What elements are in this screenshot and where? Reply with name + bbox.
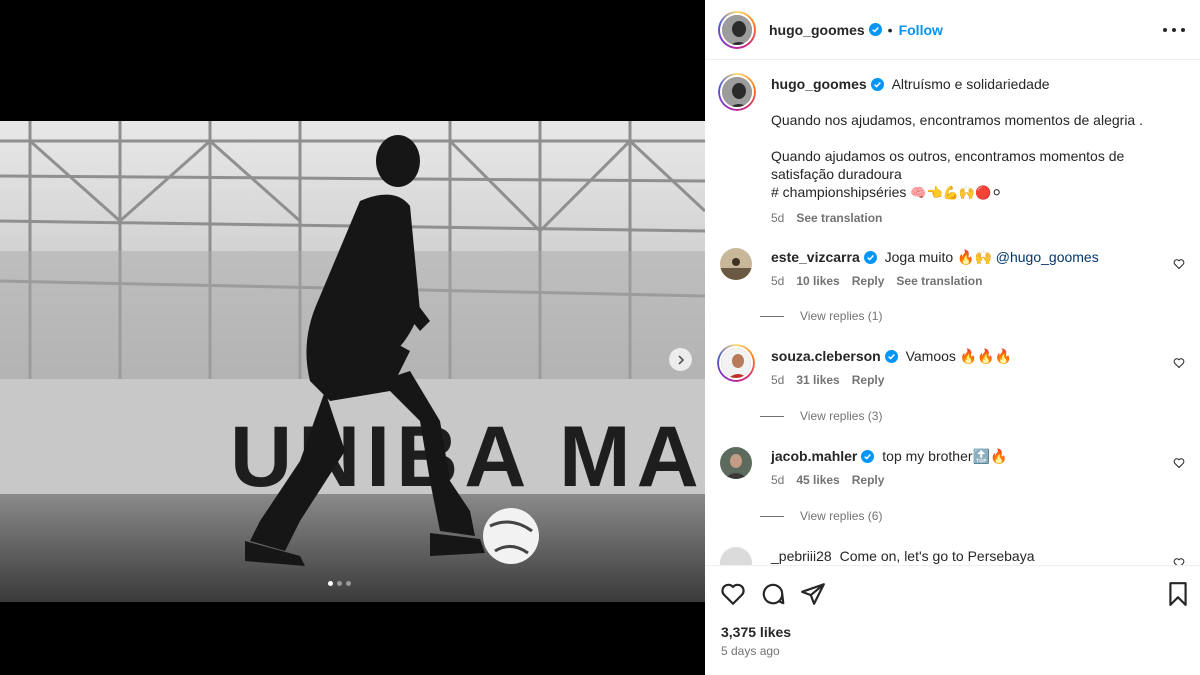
carousel-dots <box>328 581 351 586</box>
bookmark-icon[interactable] <box>1165 581 1191 607</box>
post-date: 5 days ago <box>721 644 780 658</box>
author-username[interactable]: hugo_goomes <box>769 22 865 38</box>
view-replies-label: View replies (3) <box>800 409 883 423</box>
comment-age: 5d <box>771 373 785 387</box>
caption-username[interactable]: hugo_goomes <box>771 76 867 92</box>
carousel-dot[interactable] <box>328 581 333 586</box>
comment-username[interactable]: _pebriii28 <box>771 548 832 564</box>
view-replies-label: View replies (6) <box>800 509 883 523</box>
commenter-avatar[interactable] <box>720 547 752 565</box>
heart-icon[interactable] <box>1173 258 1185 270</box>
comment-age: 5d <box>771 473 785 487</box>
caption-line: Quando nos ajudamos, encontramos momento… <box>771 112 1143 128</box>
reply-button[interactable]: Reply <box>852 274 885 288</box>
comment-username[interactable]: souza.cleberson <box>771 348 881 364</box>
comment-text: top my brother🔝🔥 <box>882 448 1008 464</box>
post-actions: 3,375 likes 5 days ago <box>705 565 1200 675</box>
media-viewer: UNIBA MADUR <box>0 0 705 675</box>
chevron-right-icon <box>677 354 684 365</box>
view-replies-button[interactable]: View replies (6) <box>760 509 882 523</box>
comment-icon[interactable] <box>760 581 786 607</box>
caption-meta: 5d See translation <box>771 209 1166 227</box>
comment-username[interactable]: este_vizcarra <box>771 249 860 265</box>
verified-badge-icon <box>863 251 877 264</box>
more-options-icon[interactable] <box>1163 20 1185 40</box>
caption-hashtag-line: # championshipséries 🧠👈💪🙌🔴⚪ <box>771 183 1166 203</box>
hashtag[interactable]: # championshipséries <box>771 184 906 200</box>
next-slide-button[interactable] <box>669 348 692 371</box>
heart-icon[interactable] <box>1173 457 1185 469</box>
separator-dot: • <box>887 21 893 38</box>
post-photo[interactable]: UNIBA MADUR <box>0 121 705 602</box>
verified-badge-icon <box>861 450 875 463</box>
heart-icon[interactable] <box>1173 357 1185 369</box>
verified-badge-icon <box>868 23 882 36</box>
commenter-avatar[interactable] <box>720 248 752 280</box>
comment-meta: 5d 31 likes Reply <box>771 371 1166 389</box>
comment-likes[interactable]: 45 likes <box>796 473 839 487</box>
carousel-dot[interactable] <box>337 581 342 586</box>
comment-text: Come on, let's go to Persebaya <box>839 548 1035 564</box>
comment-text: Joga muito 🔥🙌 <box>884 249 996 265</box>
heart-icon[interactable] <box>720 581 746 607</box>
comment-meta: 5d 45 likes Reply <box>771 471 1166 489</box>
comment-text: Vamoos 🔥🔥🔥 <box>905 348 1013 364</box>
reply-button[interactable]: Reply <box>852 473 885 487</box>
post-side-panel: hugo_goomes • Follow hugo_goomes Altruís… <box>705 0 1200 675</box>
commenter-avatar[interactable] <box>717 344 755 382</box>
comment-likes[interactable]: 10 likes <box>796 274 839 288</box>
comment-meta: 5d 10 likes Reply See translation <box>771 272 1166 290</box>
see-translation-link[interactable]: See translation <box>796 211 882 225</box>
verified-badge-icon <box>870 78 884 91</box>
caption-line: Quando ajudamos os outros, encontramos m… <box>771 148 1125 182</box>
verified-badge-icon <box>884 350 898 363</box>
comment-username[interactable]: jacob.mahler <box>771 448 857 464</box>
follow-button[interactable]: Follow <box>899 22 943 38</box>
comments-list[interactable]: hugo_goomes Altruísmo e solidariedade Qu… <box>705 61 1200 565</box>
caption-title: Altruísmo e solidariedade <box>891 76 1050 92</box>
view-replies-button[interactable]: View replies (3) <box>760 409 882 423</box>
mention-link[interactable]: @hugo_goomes <box>996 249 1099 265</box>
view-replies-button[interactable]: View replies (1) <box>760 309 882 323</box>
caption-emojis: 🧠👈💪🙌🔴⚪ <box>910 186 1003 201</box>
author-avatar[interactable] <box>718 73 756 111</box>
commenter-avatar[interactable] <box>720 447 752 479</box>
share-icon[interactable] <box>800 581 826 607</box>
see-translation-link[interactable]: See translation <box>896 274 982 288</box>
likes-count[interactable]: 3,375 likes <box>721 624 791 640</box>
post-header: hugo_goomes • Follow <box>705 0 1200 60</box>
comment-likes[interactable]: 31 likes <box>796 373 839 387</box>
carousel-dot[interactable] <box>346 581 351 586</box>
comment-age: 5d <box>771 274 785 288</box>
heart-icon[interactable] <box>1173 557 1185 565</box>
reply-button[interactable]: Reply <box>852 373 885 387</box>
caption-age: 5d <box>771 211 785 225</box>
view-replies-label: View replies (1) <box>800 309 883 323</box>
author-avatar[interactable] <box>718 10 756 49</box>
